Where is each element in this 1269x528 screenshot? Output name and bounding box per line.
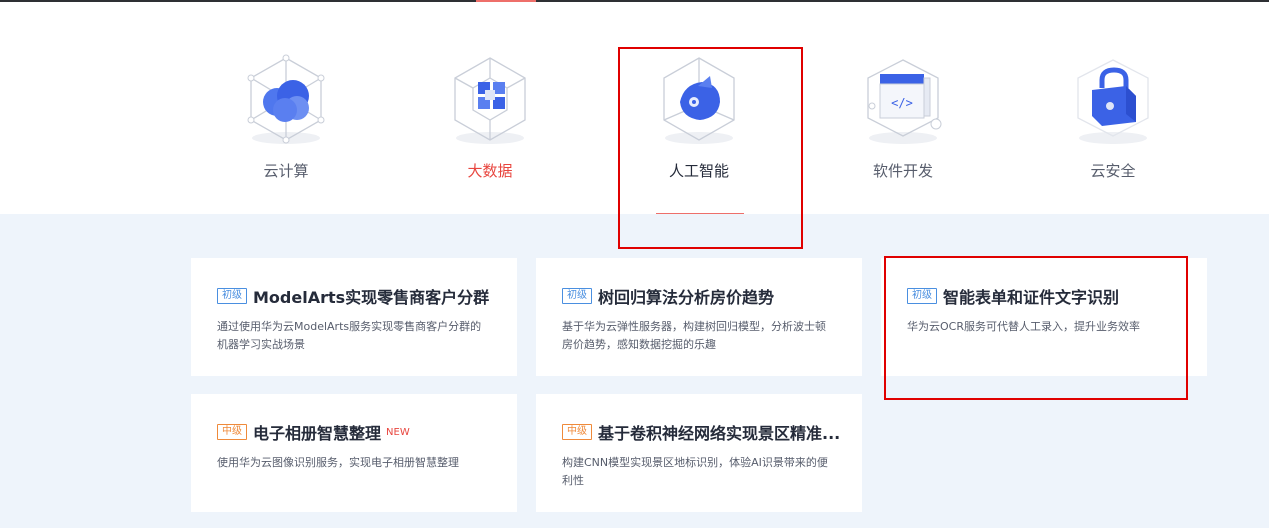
- course-card[interactable]: 初级 ModelArts实现零售商客户分群 通过使用华为云ModelArts服务…: [191, 258, 517, 376]
- tab-software-dev[interactable]: </> 软件开发: [838, 52, 968, 181]
- course-card[interactable]: 中级 基于卷积神经网络实现景区精准... 构建CNN模型实现景区地标识别，体验A…: [536, 394, 862, 512]
- level-badge: 中级: [217, 424, 247, 440]
- security-lock-icon: [1077, 59, 1149, 144]
- card-title: 中级 电子相册智慧整理 NEW: [217, 420, 491, 444]
- tab-cloud-computing[interactable]: 云计算: [221, 52, 351, 181]
- tab-big-data[interactable]: 大数据: [425, 52, 555, 181]
- card-title-text: 树回归算法分析房价趋势: [598, 288, 775, 307]
- card-title: 初级 ModelArts实现零售商客户分群: [217, 284, 491, 308]
- tab-label: 大数据: [467, 162, 513, 180]
- tab-cloud-security[interactable]: 云安全: [1048, 52, 1178, 181]
- card-title: 初级 树回归算法分析房价趋势: [562, 284, 836, 308]
- course-card[interactable]: 初级 树回归算法分析房价趋势 基于华为云弹性服务器，构建树回归模型，分析波士顿房…: [536, 258, 862, 376]
- card-description: 使用华为云图像识别服务，实现电子相册智慧整理: [217, 456, 459, 469]
- card-description: 通过使用华为云ModelArts服务实现零售商客户分群的机器学习实战场景: [217, 320, 482, 351]
- card-description: 基于华为云弹性服务器，构建树回归模型，分析波士顿房价趋势，感知数据挖掘的乐趣: [562, 320, 826, 351]
- tab-label: 软件开发: [872, 162, 933, 180]
- card-title: 中级 基于卷积神经网络实现景区精准...: [562, 420, 840, 444]
- level-badge: 初级: [217, 288, 247, 304]
- highlight-box-ai-tab: [618, 47, 803, 249]
- card-title-text: 电子相册智慧整理: [253, 424, 382, 443]
- big-data-icon: [454, 57, 526, 144]
- level-badge: 初级: [562, 288, 592, 304]
- svg-text:</>: </>: [891, 96, 913, 110]
- course-card[interactable]: 中级 电子相册智慧整理 NEW 使用华为云图像识别服务，实现电子相册智慧整理: [191, 394, 517, 512]
- card-description: 构建CNN模型实现景区地标识别，体验AI识景带来的便利性: [562, 456, 828, 487]
- card-title-text: ModelArts实现零售商客户分群: [253, 288, 490, 307]
- tab-label: 云安全: [1090, 162, 1136, 180]
- highlight-box-ocr-card: [884, 256, 1188, 400]
- code-window-icon: </>: [867, 59, 942, 144]
- cloud-computing-icon: [247, 54, 325, 144]
- level-badge: 中级: [562, 424, 592, 440]
- new-tag: NEW: [386, 426, 410, 438]
- tab-label: 云计算: [263, 162, 309, 180]
- card-title-text: 基于卷积神经网络实现景区精准...: [598, 424, 841, 443]
